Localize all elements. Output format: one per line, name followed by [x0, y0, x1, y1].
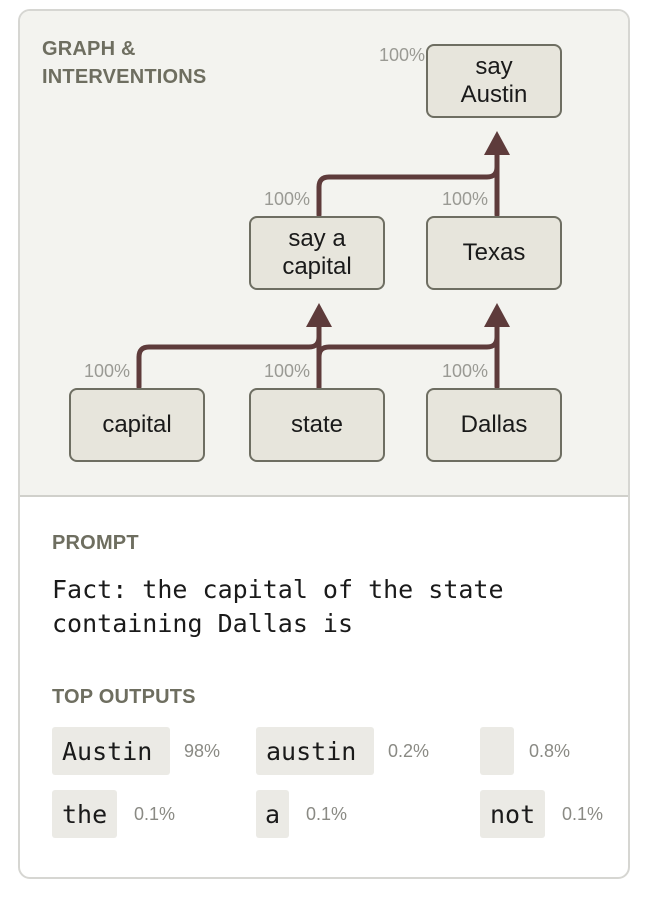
node-activation-pct: 100% — [263, 361, 310, 381]
output-prob: 0.8% — [529, 741, 571, 761]
output-token: the — [52, 790, 118, 838]
output-prob: 0.1% — [562, 804, 604, 824]
node-activation-pct: 100% — [83, 361, 130, 381]
node-activation-pct: 100% — [441, 361, 488, 381]
arrowhead-say-austin — [484, 131, 510, 155]
prompt-title: PROMPT — [52, 532, 139, 554]
arrowhead-say-a-capital — [306, 303, 332, 327]
node-state[interactable]: state — [249, 388, 385, 462]
node-capital[interactable]: capital — [69, 388, 205, 462]
node-activation-pct: 100% — [441, 189, 488, 209]
output-token: Austin — [52, 727, 170, 775]
output-token: a — [256, 790, 290, 838]
output-prob: 0.1% — [134, 804, 176, 824]
node-say-austin[interactable]: say Austin — [426, 44, 562, 118]
node-say-a-capital[interactable]: say a capital — [249, 216, 385, 290]
output-token: austin — [256, 727, 374, 775]
node-dallas[interactable]: Dallas — [426, 388, 562, 462]
output-token: not — [480, 790, 546, 838]
node-activation-pct: 100% — [263, 189, 310, 209]
node-activation-pct: 100% — [378, 45, 425, 65]
output-token — [480, 727, 514, 775]
graph-panel: GRAPH & INTERVENTIONS 100% say Austin 10… — [20, 11, 628, 497]
output-prob: 98% — [184, 741, 221, 761]
node-texas[interactable]: Texas — [426, 216, 562, 290]
arrowhead-texas — [484, 303, 510, 327]
top-outputs-title: TOP OUTPUTS — [52, 686, 196, 708]
output-prob: 0.2% — [388, 741, 430, 761]
output-prob: 0.1% — [306, 804, 348, 824]
attribution-card: GRAPH & INTERVENTIONS 100% say Austin 10… — [18, 9, 630, 879]
prompt-text: Fact: the capital of the state containin… — [52, 575, 504, 638]
